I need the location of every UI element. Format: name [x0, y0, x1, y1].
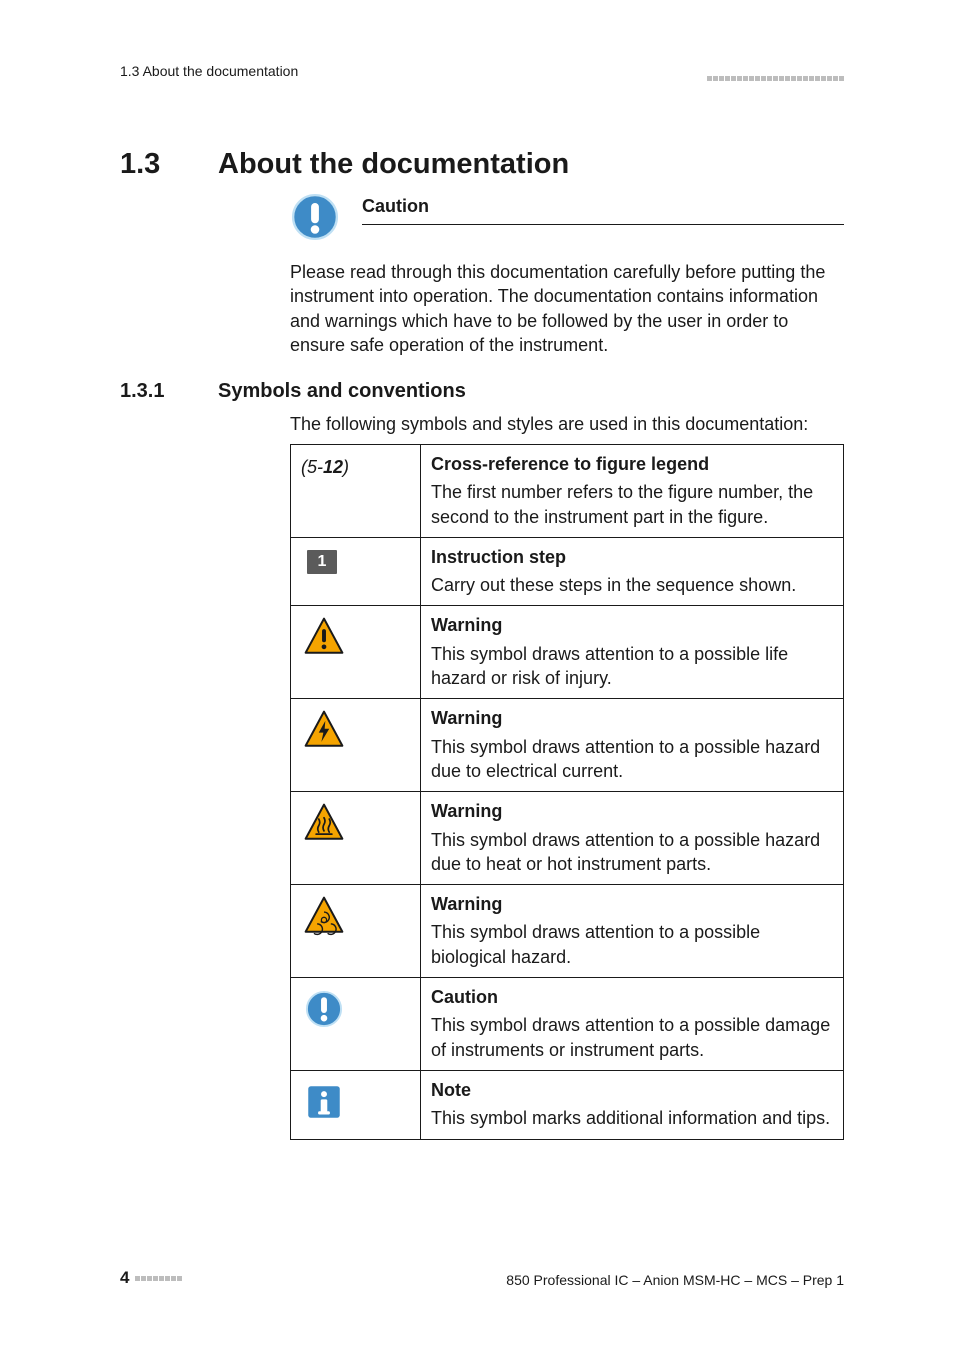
conv-title: Warning [421, 699, 844, 733]
section-heading: 1.3About the documentation [120, 145, 569, 184]
symbol-cell-caution [291, 978, 421, 1071]
subsection-heading: 1.3.1Symbols and conventions [120, 378, 466, 405]
conv-title: Cross-reference to figure legend [421, 445, 844, 479]
conv-title: Warning [421, 792, 844, 826]
conv-desc: This symbol draws attention to a possibl… [421, 918, 844, 977]
symbol-cell-warn-bio [291, 885, 421, 978]
warning-biohazard-icon [301, 895, 410, 937]
caution-body: Please read through this documentation c… [290, 260, 844, 357]
subsection-title: Symbols and conventions [218, 380, 466, 402]
page-number: 4 [120, 1267, 129, 1290]
xref-example: (5-12) [301, 457, 349, 477]
conv-desc: This symbol draws attention to a possibl… [421, 733, 844, 792]
symbol-cell-xref: (5-12) [291, 445, 421, 538]
conv-desc: This symbol draws attention to a possibl… [421, 1011, 844, 1070]
conv-desc: Carry out these steps in the sequence sh… [421, 571, 844, 606]
info-square-icon [301, 1081, 410, 1123]
warning-exclamation-icon [301, 616, 410, 658]
subsection-number: 1.3.1 [120, 378, 218, 405]
section-number: 1.3 [120, 145, 218, 184]
conventions-table: (5-12) Cross-reference to figure legend … [290, 444, 844, 1140]
symbol-cell-warn-heat [291, 792, 421, 885]
header-ornament [707, 76, 844, 81]
section-title: About the documentation [218, 148, 569, 180]
header-section-ref: 1.3 About the documentation [120, 62, 298, 81]
footer-doc-title: 850 Professional IC – Anion MSM-HC – MCS… [506, 1271, 844, 1290]
symbol-cell-step: 1 [291, 537, 421, 606]
caution-title: Caution [362, 194, 844, 225]
symbol-cell-warn-life [291, 606, 421, 699]
conv-title: Warning [421, 606, 844, 640]
subsection-intro: The following symbols and styles are use… [290, 412, 844, 436]
conv-title: Caution [421, 978, 844, 1012]
caution-callout: Caution Please read through this documen… [290, 192, 844, 357]
conv-desc: This symbol marks additional information… [421, 1104, 844, 1139]
warning-electric-icon [301, 709, 410, 751]
symbol-cell-note [291, 1070, 421, 1139]
page: 1.3 About the documentation 1.3About the… [0, 0, 954, 1350]
step-number-badge: 1 [307, 550, 337, 574]
conv-title: Warning [421, 885, 844, 919]
conv-title: Instruction step [421, 537, 844, 571]
warning-heat-icon [301, 802, 410, 844]
running-footer: 4 850 Professional IC – Anion MSM-HC – M… [120, 1267, 844, 1290]
running-header: 1.3 About the documentation [120, 62, 844, 81]
conv-desc: This symbol draws attention to a possibl… [421, 640, 844, 699]
conv-desc: This symbol draws attention to a possibl… [421, 826, 844, 885]
conv-desc: The first number refers to the figure nu… [421, 478, 844, 537]
symbol-cell-warn-elec [291, 699, 421, 792]
caution-circle-icon [290, 192, 340, 242]
footer-ornament [135, 1276, 182, 1281]
conv-title: Note [421, 1070, 844, 1104]
caution-circle-icon [301, 988, 410, 1030]
